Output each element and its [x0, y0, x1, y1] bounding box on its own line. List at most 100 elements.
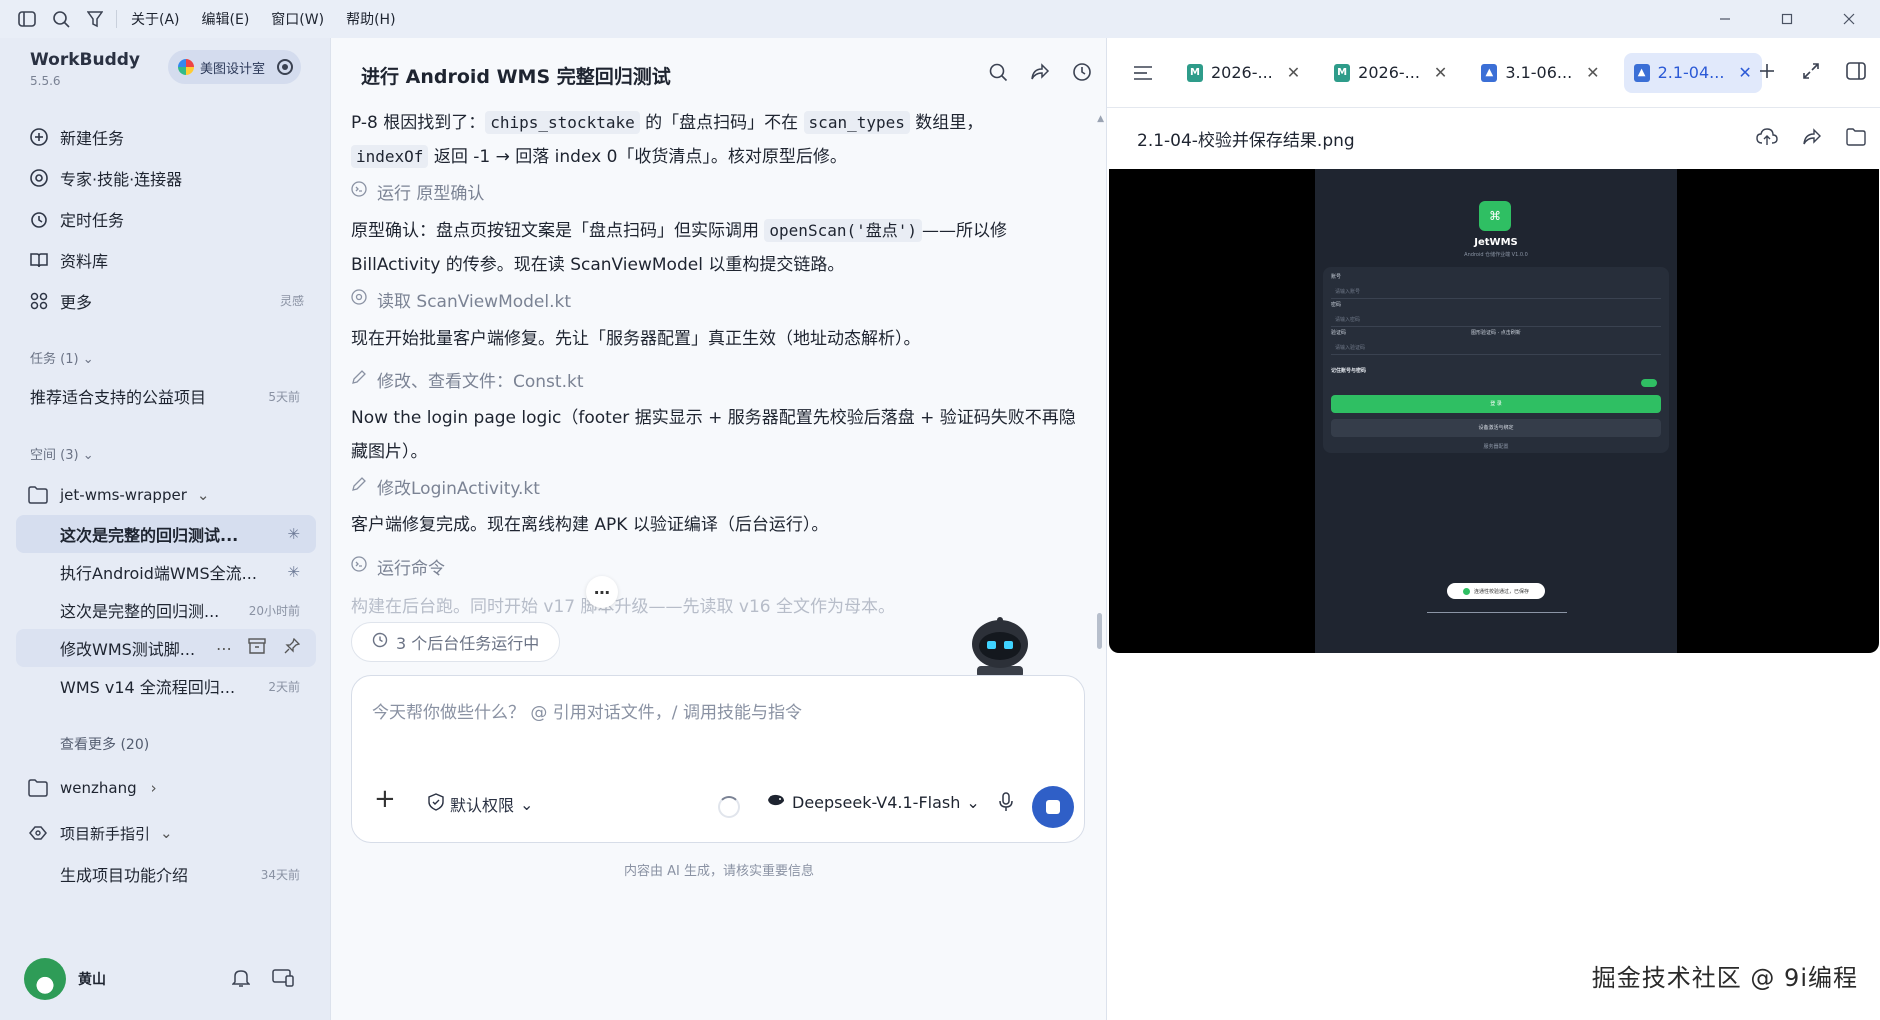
inline-code: chips_stocktake: [485, 111, 640, 134]
close-icon[interactable]: ✕: [1738, 63, 1751, 82]
chevron-right-icon: ›: [150, 779, 157, 797]
close-icon[interactable]: ✕: [1434, 63, 1447, 82]
tab-file[interactable]: ▲ 3.1-06... ✕: [1471, 53, 1609, 93]
loading-spinner: [718, 796, 740, 818]
share-icon[interactable]: [1802, 128, 1822, 150]
menu-window[interactable]: 窗口(W): [271, 9, 324, 29]
composer-input[interactable]: 今天帮你做些什么？ @ 引用对话文件，/ 调用技能与指令: [372, 698, 802, 723]
tool-call[interactable]: 运行 原型确认: [351, 179, 484, 204]
chevron-down-icon: ⌄: [966, 792, 980, 812]
archive-icon[interactable]: [248, 638, 266, 658]
background-tasks-chip[interactable]: 3 个后台任务运行中: [351, 622, 561, 662]
nav-new-task[interactable]: 新建任务: [16, 116, 316, 157]
space-jet-wms-wrapper[interactable]: jet-wms-wrapper ⌄: [16, 478, 316, 512]
mic-icon[interactable]: [998, 792, 1014, 816]
folder-icon[interactable]: [1846, 128, 1866, 150]
panel-icon[interactable]: [1846, 62, 1866, 84]
nav-scheduled[interactable]: 定时任务: [16, 198, 316, 239]
menu-icon[interactable]: [1123, 65, 1163, 81]
space-guide[interactable]: 项目新手指引 ⌄: [16, 816, 316, 850]
close-icon[interactable]: ✕: [1586, 63, 1599, 82]
inline-code: scan_types: [803, 111, 910, 134]
close-button[interactable]: [1818, 0, 1880, 38]
search-icon[interactable]: [988, 62, 1008, 86]
history-icon[interactable]: [1072, 62, 1092, 86]
upload-icon[interactable]: [1756, 128, 1778, 150]
task-label: 推荐适合支持的公益项目: [30, 388, 207, 407]
sidebar: WorkBuddy 5.5.6 美图设计室 新建任务 专家·技能·连接器 定时任…: [0, 38, 330, 1020]
nav-label: 专家·技能·连接器: [60, 169, 183, 189]
device-bind-button: 设备激活与绑定: [1331, 419, 1661, 437]
tab-tools: [1758, 62, 1866, 84]
grid-icon: [28, 291, 50, 311]
session-time: 2天前: [268, 679, 300, 694]
device-icon[interactable]: [272, 968, 294, 992]
user-profile[interactable]: 黄山: [24, 958, 106, 1000]
spaces-header[interactable]: 空间 (3) ⌄: [30, 444, 94, 463]
robot-mascot-icon: [972, 617, 1028, 678]
terminal-icon: [351, 181, 367, 202]
minimize-button[interactable]: [1694, 0, 1756, 38]
add-tab-icon[interactable]: [1758, 62, 1776, 84]
chevron-down-icon: ⌄: [196, 486, 210, 504]
session-label: 修改WMS测试脚...: [60, 640, 196, 659]
session-item[interactable]: 这次是完整的回归测试... ✳: [16, 515, 316, 553]
session-item[interactable]: 这次是完整的回归测... 20小时前: [16, 591, 316, 629]
app-version: 5.5.6: [30, 74, 61, 88]
pin-icon[interactable]: [284, 637, 301, 658]
check-icon: [1462, 587, 1470, 595]
sidebar-toggle-icon[interactable]: [16, 8, 38, 30]
tab-file-active[interactable]: ▲ 2.1-04... ✕: [1623, 52, 1762, 93]
edit-icon: [351, 369, 367, 390]
menu-edit[interactable]: 编辑(E): [202, 9, 250, 29]
close-icon[interactable]: ✕: [1287, 63, 1300, 82]
bell-icon[interactable]: [231, 968, 251, 992]
watermark: 掘金技术社区 @ 9i编程: [1591, 964, 1858, 992]
tab-file[interactable]: M 2026-... ✕: [1324, 53, 1457, 93]
session-item[interactable]: WMS v14 全流程回归... 2天前: [16, 667, 316, 705]
chat-title: 进行 Android WMS 完整回归测试: [361, 66, 671, 88]
org-name: 美图设计室: [200, 61, 266, 77]
tool-call[interactable]: 读取 ScanViewModel.kt: [351, 287, 571, 312]
space-name: 项目新手指引: [60, 824, 151, 843]
whale-icon: [766, 792, 786, 812]
preview-app-name: JetWMS: [1474, 237, 1518, 248]
folder-icon: [28, 779, 50, 797]
org-switcher[interactable]: 美图设计室: [168, 50, 302, 84]
model-selector[interactable]: Deepseek-V4.1-Flash ⌄: [766, 792, 980, 812]
view-more-link[interactable]: 查看更多 (20): [60, 734, 149, 754]
tab-file[interactable]: M 2026-... ✕: [1177, 53, 1310, 93]
maximize-button[interactable]: [1756, 0, 1818, 38]
stop-button[interactable]: [1032, 786, 1074, 828]
menu-help[interactable]: 帮助(H): [346, 9, 395, 29]
nav-library[interactable]: 资料库: [16, 239, 316, 280]
filter-icon[interactable]: [84, 8, 106, 30]
share-icon[interactable]: [1030, 62, 1050, 86]
title-separator: [116, 10, 117, 28]
session-item[interactable]: 修改WMS测试脚... ⋯: [16, 629, 316, 667]
tool-call[interactable]: 修改LoginActivity.kt: [351, 474, 540, 499]
composer: 今天帮你做些什么？ @ 引用对话文件，/ 调用技能与指令 + 默认权限 ⌄ De…: [351, 675, 1085, 843]
inline-code: indexOf: [351, 145, 429, 168]
tool-call[interactable]: 运行命令: [351, 554, 445, 579]
space-wenzhang[interactable]: wenzhang ›: [16, 771, 316, 805]
search-icon[interactable]: [50, 8, 72, 30]
scrollbar[interactable]: [1097, 613, 1102, 649]
markdown-file-icon: M: [1187, 63, 1203, 82]
scroll-up-arrow[interactable]: ▲: [1097, 114, 1104, 124]
task-time: 5天前: [268, 389, 300, 404]
tasks-header[interactable]: 任务 (1) ⌄: [30, 348, 94, 367]
nav-experts[interactable]: 专家·技能·连接器: [16, 157, 316, 198]
session-item[interactable]: 执行Android端WMS全流... ✳: [16, 553, 316, 591]
nav-more[interactable]: 更多 灵感: [16, 280, 316, 321]
menu-about[interactable]: 关于(A): [131, 9, 180, 29]
permission-dropdown[interactable]: 默认权限 ⌄: [428, 792, 533, 816]
session-item[interactable]: 生成项目功能介绍 34天前: [16, 855, 316, 893]
tool-call[interactable]: 修改、查看文件：Const.kt: [351, 367, 583, 392]
more-button[interactable]: ⋯: [586, 576, 618, 608]
expand-icon[interactable]: [1802, 62, 1820, 84]
task-item[interactable]: 推荐适合支持的公益项目 5天前: [16, 377, 316, 415]
more-icon[interactable]: ⋯: [216, 639, 232, 658]
add-attachment-button[interactable]: +: [374, 784, 396, 814]
captcha-field: 验证码 请输入验证码 图形验证码 · 点击刷新: [1331, 330, 1661, 355]
